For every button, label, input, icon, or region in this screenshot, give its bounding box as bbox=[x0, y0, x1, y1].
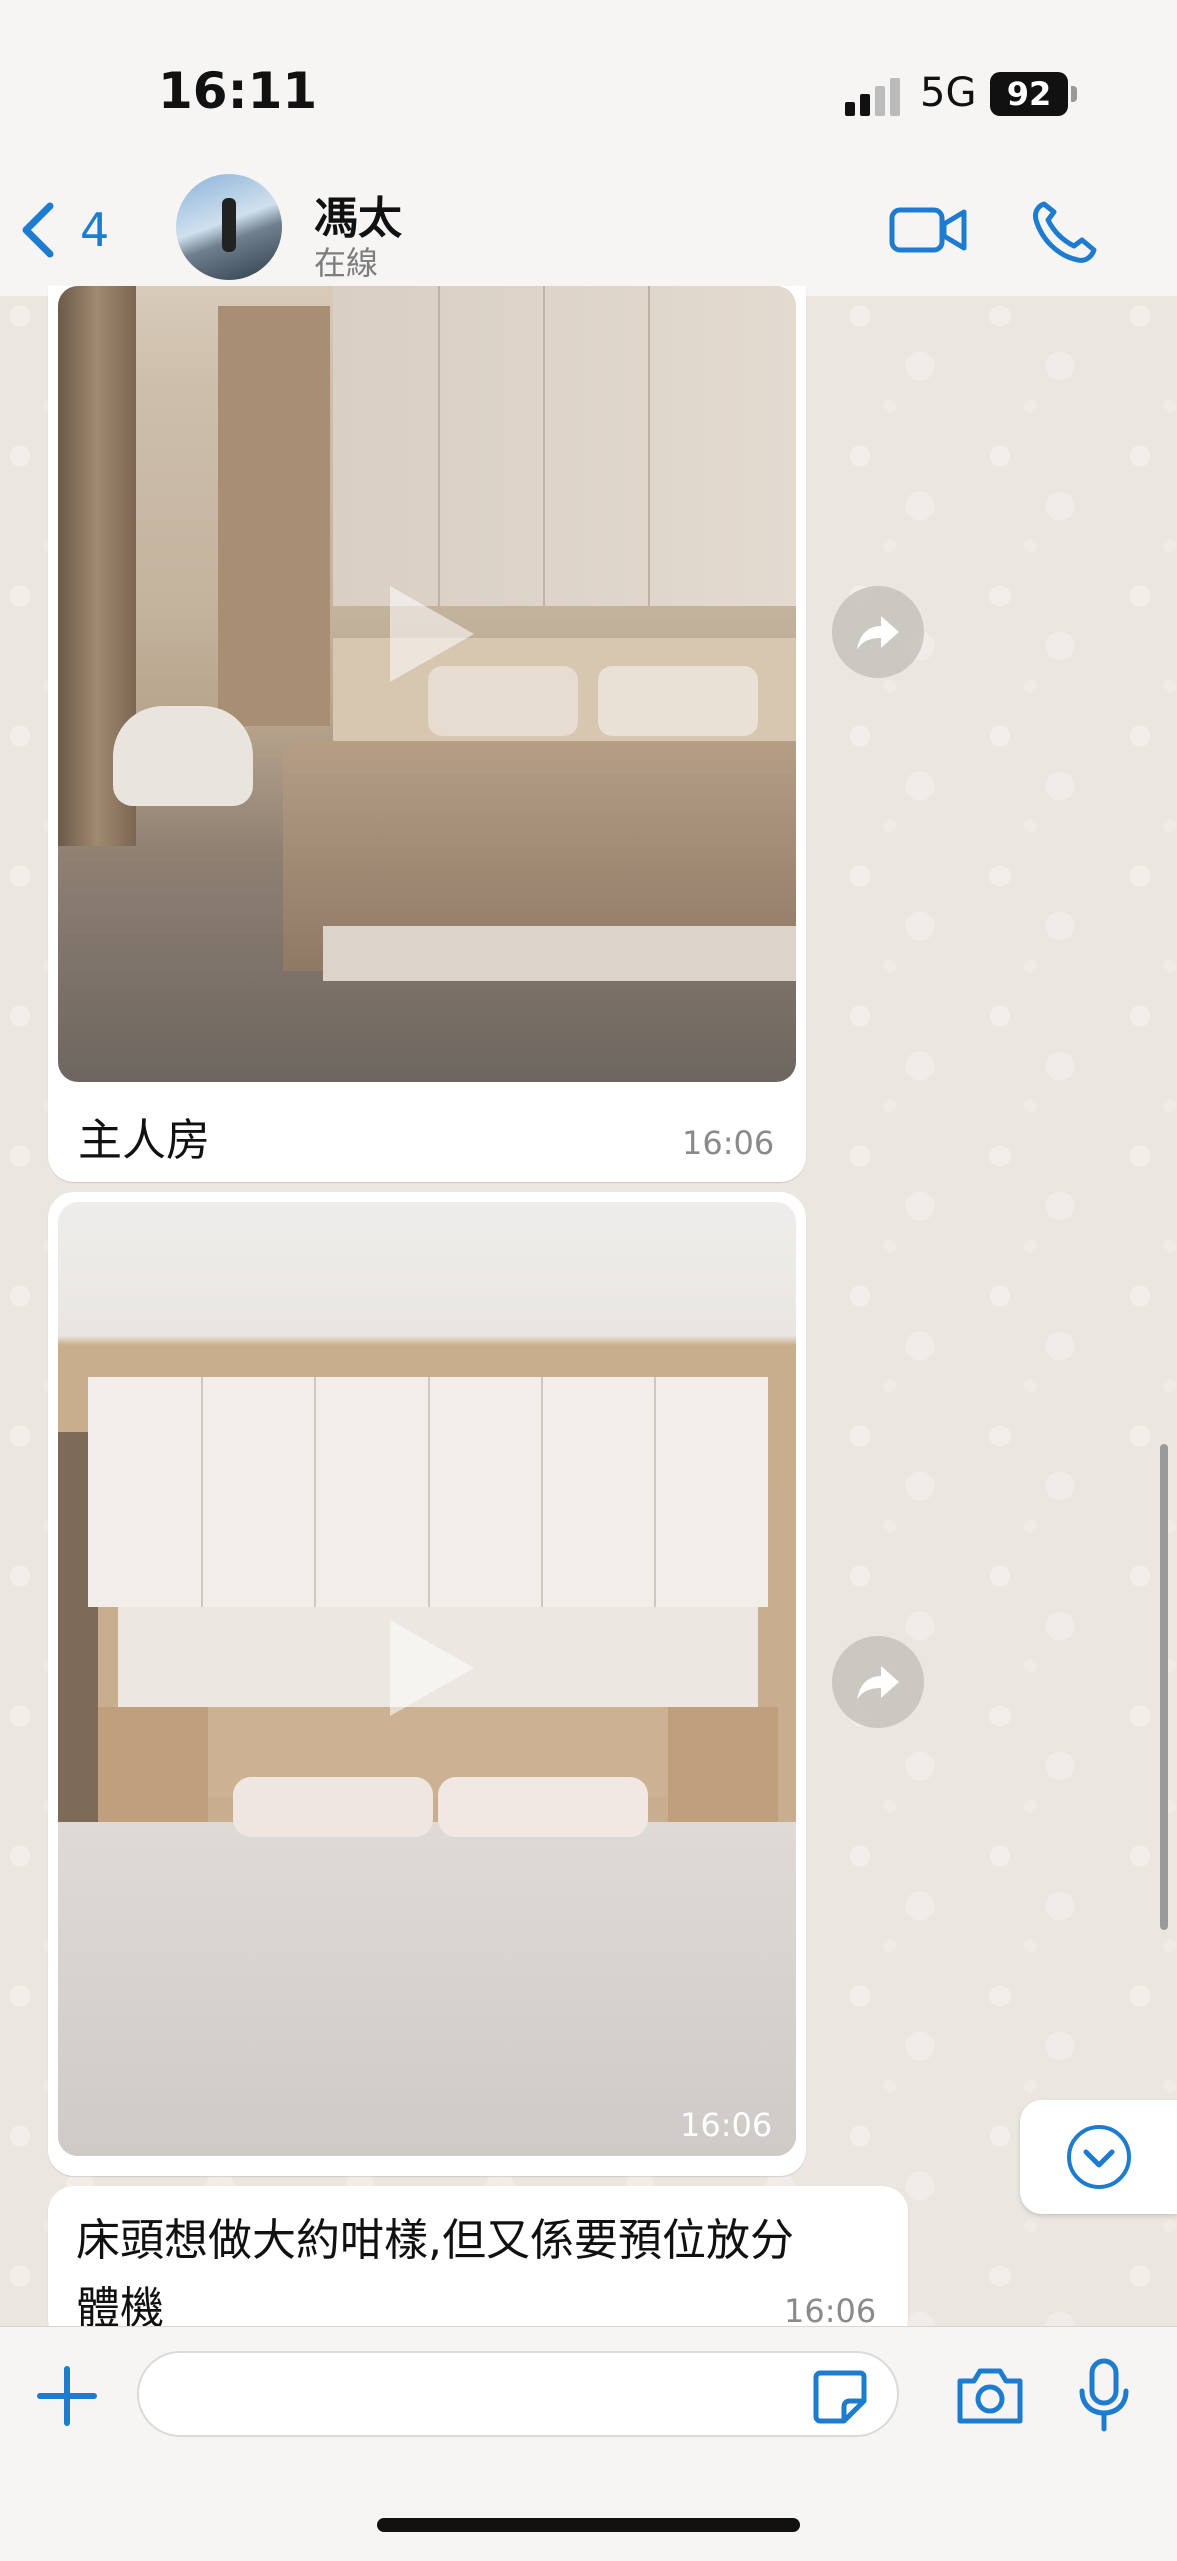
camera-button[interactable] bbox=[954, 2363, 1026, 2427]
forward-icon bbox=[857, 616, 899, 650]
home-indicator bbox=[377, 2518, 800, 2532]
status-time: 16:11 bbox=[158, 62, 318, 120]
contact-name[interactable]: 馮太 bbox=[314, 182, 402, 246]
video-thumbnail[interactable] bbox=[58, 286, 796, 1082]
microphone-button[interactable] bbox=[1076, 2357, 1132, 2433]
forward-button[interactable] bbox=[832, 1636, 924, 1728]
scroll-to-bottom-button[interactable] bbox=[1020, 2100, 1177, 2214]
video-call-button[interactable] bbox=[888, 200, 968, 260]
signal-icon bbox=[845, 78, 900, 116]
forward-button[interactable] bbox=[832, 586, 924, 678]
battery-indicator: 92 bbox=[990, 72, 1068, 116]
attach-button[interactable] bbox=[34, 2363, 100, 2429]
message-bubble[interactable]: 主人房 16:06 bbox=[48, 286, 806, 1182]
message-time: 16:06 bbox=[680, 2106, 773, 2144]
message-input[interactable] bbox=[137, 2351, 899, 2437]
battery-tip bbox=[1071, 86, 1077, 102]
chevron-down-icon bbox=[1067, 2125, 1131, 2189]
message-bubble[interactable]: 16:06 bbox=[48, 1192, 806, 2176]
play-icon bbox=[390, 586, 474, 682]
status-bar: 16:11 5G 92 bbox=[0, 0, 1177, 160]
network-type: 5G bbox=[920, 70, 977, 116]
video-thumbnail[interactable] bbox=[58, 1202, 796, 2156]
forward-icon bbox=[857, 1666, 899, 1700]
message-text-line: 床頭想做大約咁樣,但又係要預位放分 bbox=[76, 2215, 794, 2266]
message-time: 16:06 bbox=[784, 2292, 877, 2330]
back-button[interactable]: 4 bbox=[18, 198, 158, 262]
unread-count: 4 bbox=[80, 203, 110, 257]
contact-avatar[interactable] bbox=[176, 174, 282, 280]
sticker-button[interactable] bbox=[810, 2367, 870, 2427]
scrollbar[interactable] bbox=[1160, 1444, 1168, 1930]
message-bubble[interactable]: 床頭想做大約咁樣,但又係要預位放分 體機 16:06 bbox=[48, 2186, 908, 2346]
message-caption: 主人房 bbox=[78, 1115, 210, 1166]
play-icon bbox=[390, 1620, 474, 1716]
contact-status: 在線 bbox=[314, 244, 379, 282]
chevron-left-icon bbox=[22, 202, 54, 258]
voice-call-button[interactable] bbox=[1030, 198, 1100, 264]
message-time: 16:06 bbox=[682, 1124, 775, 1162]
chat-header: 4 馮太 在線 bbox=[0, 160, 1177, 297]
